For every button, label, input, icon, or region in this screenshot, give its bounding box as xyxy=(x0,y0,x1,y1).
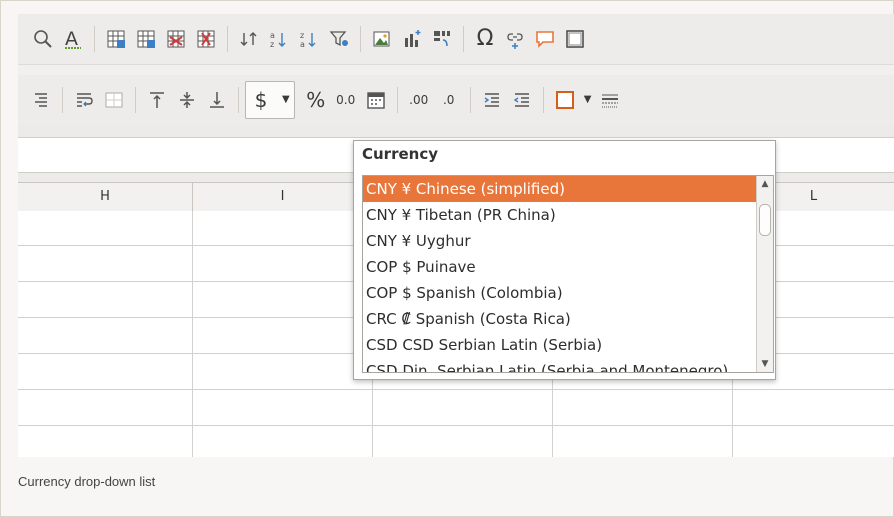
insert-chart-icon[interactable] xyxy=(397,24,427,54)
insert-row-icon[interactable] xyxy=(101,24,131,54)
headers-footers-icon[interactable] xyxy=(560,24,590,54)
chevron-down-icon[interactable]: ▼ xyxy=(282,95,290,105)
toolbar-separator xyxy=(360,26,361,52)
toolbar-separator xyxy=(238,87,239,113)
sort-za-icon[interactable]: za xyxy=(294,24,324,54)
formatting-toolbar: $ ▼ % 0.0 .00 .0 ▼ xyxy=(18,75,894,125)
percent-icon: % xyxy=(306,88,326,112)
figure-caption: Currency drop-down list xyxy=(18,474,156,489)
toolbar-separator xyxy=(463,26,464,52)
delete-row-icon[interactable] xyxy=(161,24,191,54)
fontwork-icon[interactable]: A xyxy=(58,24,88,54)
currency-option[interactable]: CSD Din. Serbian Latin (Serbia and Monte… xyxy=(363,358,773,372)
increase-indent-icon[interactable] xyxy=(477,85,507,115)
merge-cells-icon[interactable] xyxy=(99,85,129,115)
delete-decimal-button[interactable]: .0 xyxy=(434,85,464,115)
toolbar-separator xyxy=(396,87,398,113)
currency-option[interactable]: CRC ₡ Spanish (Costa Rica) xyxy=(363,306,773,332)
align-right-icon[interactable] xyxy=(26,85,56,115)
svg-text:a: a xyxy=(300,40,305,49)
special-character-glyph: Ω xyxy=(476,26,494,51)
column-header-i[interactable]: I xyxy=(193,183,373,211)
insert-column-icon[interactable] xyxy=(131,24,161,54)
special-character-icon[interactable]: Ω xyxy=(470,24,500,54)
toolbar-separator xyxy=(227,26,228,52)
column-header-h[interactable]: H xyxy=(18,183,193,211)
pivot-table-icon[interactable] xyxy=(427,24,457,54)
currency-dropdown: Currency CNY ¥ Chinese (simplified) CNY … xyxy=(353,140,776,380)
toolbar-gap xyxy=(18,65,894,75)
grid-line xyxy=(18,389,894,390)
percent-format-button[interactable]: % xyxy=(301,85,331,115)
delete-column-icon[interactable] xyxy=(191,24,221,54)
wrap-text-icon[interactable] xyxy=(69,85,99,115)
border-style-icon[interactable] xyxy=(595,85,625,115)
borders-icon[interactable] xyxy=(550,85,580,115)
add-decimal-button[interactable]: .00 xyxy=(404,85,434,115)
grid-line xyxy=(192,211,193,457)
insert-image-icon[interactable] xyxy=(367,24,397,54)
toolbar-separator xyxy=(469,87,471,113)
find-replace-icon[interactable] xyxy=(28,24,58,54)
date-format-button[interactable] xyxy=(361,85,391,115)
align-bottom-icon[interactable] xyxy=(202,85,232,115)
center-vertically-icon[interactable] xyxy=(172,85,202,115)
toolbar-separator xyxy=(542,87,544,113)
scroll-down-icon[interactable]: ▼ xyxy=(760,359,770,369)
sort-az-icon[interactable]: az xyxy=(264,24,294,54)
svg-text:z: z xyxy=(300,31,304,40)
number-format-icon: 0.0 xyxy=(336,93,356,107)
calc-screenshot: A az za Ω $ ▼ % 0.0 .00 .0 ▼ H I L Curre… xyxy=(18,14,894,457)
borders-dropdown-icon[interactable]: ▼ xyxy=(584,95,592,105)
svg-text:a: a xyxy=(270,31,275,40)
svg-text:z: z xyxy=(270,40,274,49)
currency-option[interactable]: CNY ¥ Tibetan (PR China) xyxy=(363,202,773,228)
toolbar-separator xyxy=(62,87,63,113)
standard-toolbar: A az za Ω xyxy=(18,14,894,65)
align-top-icon[interactable] xyxy=(142,85,172,115)
currency-option[interactable]: COP $ Puinave xyxy=(363,254,773,280)
comment-icon[interactable] xyxy=(530,24,560,54)
currency-option[interactable]: COP $ Spanish (Colombia) xyxy=(363,280,773,306)
scroll-up-icon[interactable]: ▲ xyxy=(760,179,770,189)
grid-line xyxy=(18,425,894,426)
sort-ascending-icon[interactable] xyxy=(234,24,264,54)
currency-option[interactable]: CNY ¥ Chinese (simplified) xyxy=(363,176,773,202)
autofilter-icon[interactable] xyxy=(324,24,354,54)
dropdown-title: Currency xyxy=(362,145,439,163)
scrollbar-thumb[interactable] xyxy=(759,204,771,236)
toolbar-separator xyxy=(94,26,95,52)
currency-icon: $ xyxy=(254,88,268,112)
currency-list[interactable]: CNY ¥ Chinese (simplified) CNY ¥ Tibetan… xyxy=(362,175,774,373)
toolbar-separator xyxy=(135,87,136,113)
currency-format-button[interactable]: $ ▼ xyxy=(245,81,295,119)
currency-option[interactable]: CNY ¥ Uyghur xyxy=(363,228,773,254)
decrease-indent-icon[interactable] xyxy=(507,85,537,115)
hyperlink-icon[interactable] xyxy=(500,24,530,54)
svg-text:A: A xyxy=(65,28,78,50)
number-format-button[interactable]: 0.0 xyxy=(331,85,361,115)
scrollbar[interactable]: ▲ ▼ xyxy=(756,176,773,372)
add-decimal-icon: .00 xyxy=(409,93,429,107)
delete-decimal-icon: .0 xyxy=(442,93,455,107)
currency-option[interactable]: CSD CSD Serbian Latin (Serbia) xyxy=(363,332,773,358)
